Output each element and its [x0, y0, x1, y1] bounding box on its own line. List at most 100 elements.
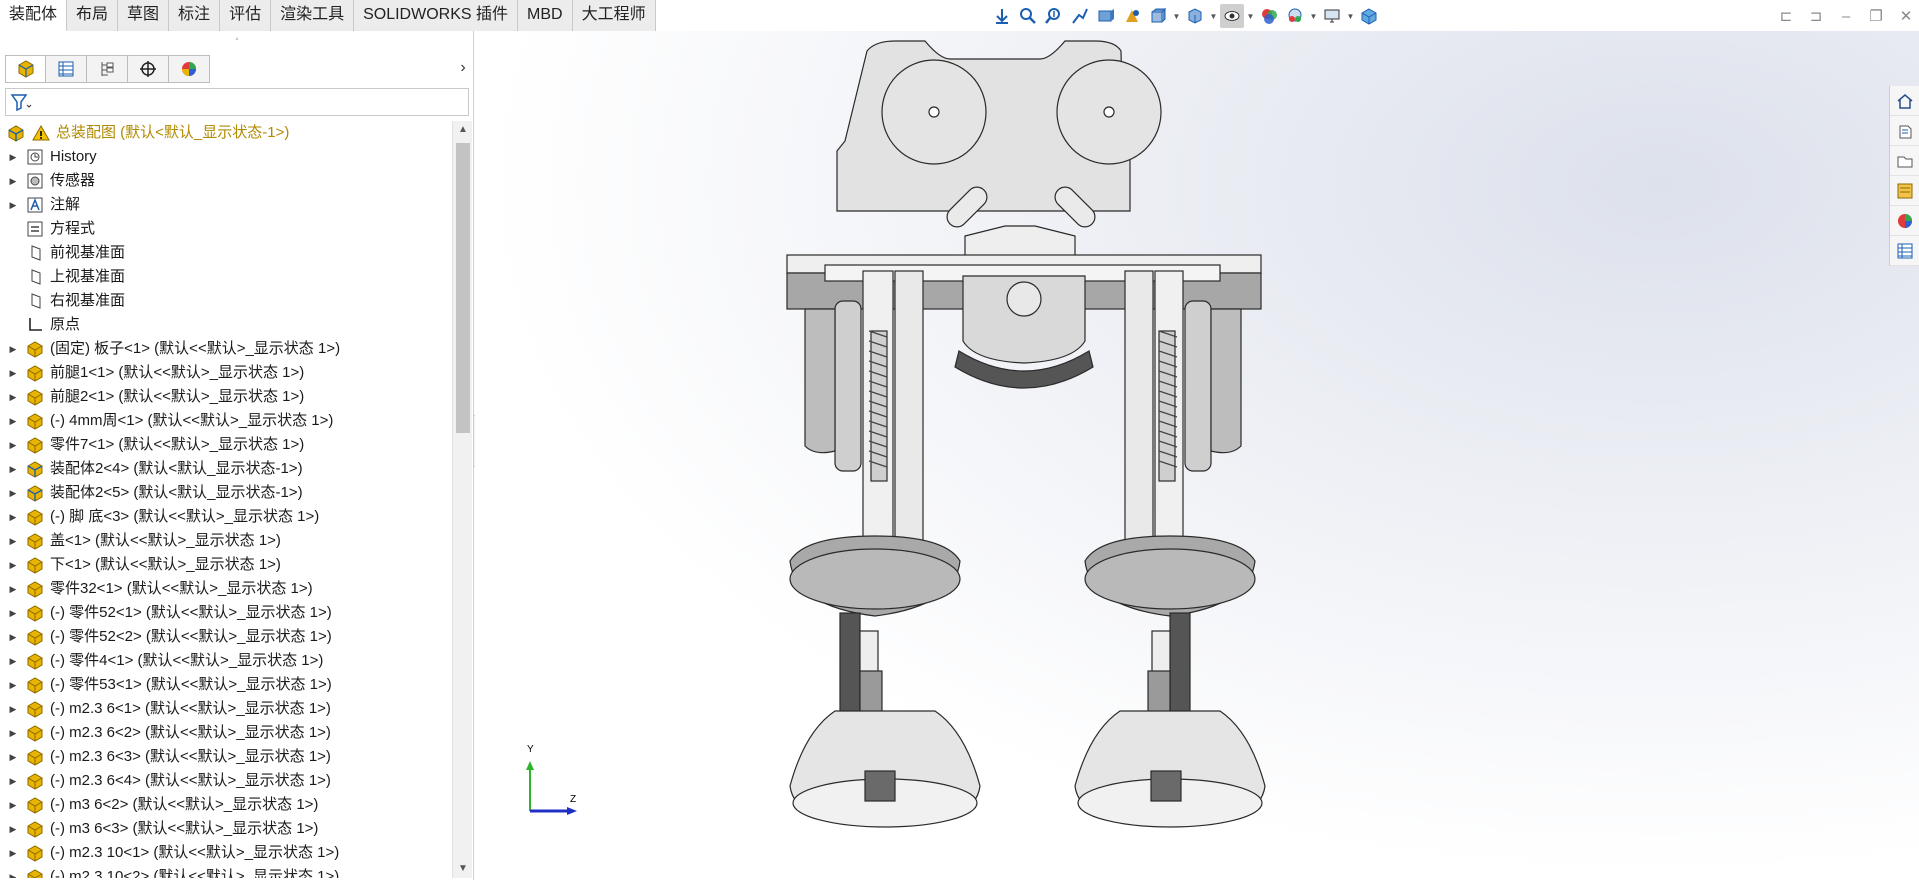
expand-arrow-icon[interactable]: ▶ — [7, 697, 19, 721]
tree-item[interactable]: ▶ 下<1> (默认<<默认>_显示状态 1>) — [0, 553, 452, 577]
expand-arrow-icon[interactable]: ▶ — [7, 673, 19, 697]
hide-show-dropdown-icon[interactable]: ▼ — [1246, 4, 1255, 28]
minimize-icon[interactable]: – — [1833, 4, 1859, 28]
expand-arrow-icon[interactable]: ▶ — [7, 481, 19, 505]
expand-arrow-icon[interactable]: ▶ — [7, 457, 19, 481]
expand-arrow-icon[interactable]: ▶ — [7, 193, 19, 217]
apply-scene-icon[interactable] — [1283, 4, 1307, 28]
file-explorer-icon[interactable] — [1890, 146, 1919, 176]
tree-item[interactable]: 原点 — [0, 313, 452, 337]
tree-item[interactable]: ▶ (固定) 板子<1> (默认<<默认>_显示状态 1>) — [0, 337, 452, 361]
tree-item[interactable]: ▶ (-) 零件52<2> (默认<<默认>_显示状态 1>) — [0, 625, 452, 649]
tree-item[interactable]: ▶ 零件7<1> (默认<<默认>_显示状态 1>) — [0, 433, 452, 457]
panel-expand-icon[interactable]: › — [455, 59, 471, 79]
display-style-icon[interactable] — [1183, 4, 1207, 28]
tree-item[interactable]: ▶ (-) 脚 底<3> (默认<<默认>_显示状态 1>) — [0, 505, 452, 529]
tree-item[interactable]: ▶ 盖<1> (默认<<默认>_显示状态 1>) — [0, 529, 452, 553]
expand-arrow-icon[interactable]: ▶ — [7, 649, 19, 673]
apply-scene-dropdown-icon[interactable]: ▼ — [1309, 4, 1318, 28]
command-tab[interactable]: 评估 — [220, 0, 272, 31]
expand-arrow-icon[interactable]: ▶ — [7, 817, 19, 841]
tree-item[interactable]: ▶ (-) m3 6<2> (默认<<默认>_显示状态 1>) — [0, 793, 452, 817]
filter-icon[interactable] — [10, 93, 32, 111]
expand-arrow-icon[interactable]: ▶ — [7, 721, 19, 745]
command-tab[interactable]: 装配体 — [0, 0, 68, 31]
tree-item[interactable]: ▶ (-) m2.3 10<2> (默认<<默认>_显示状态 1>) — [0, 865, 452, 878]
view-settings-icon[interactable] — [1120, 4, 1144, 28]
tree-item[interactable]: ▶ (-) m3 6<3> (默认<<默认>_显示状态 1>) — [0, 817, 452, 841]
view-settings-monitor-icon[interactable] — [1320, 4, 1344, 28]
panel-right-icon[interactable]: ⊐ — [1803, 4, 1829, 28]
display-manager-tab[interactable] — [169, 55, 210, 83]
tree-item[interactable]: ▶ (-) m2.3 6<1> (默认<<默认>_显示状态 1>) — [0, 697, 452, 721]
scroll-down-icon[interactable]: ▼ — [453, 860, 473, 878]
feature-manager-tab[interactable] — [5, 55, 46, 83]
expand-arrow-icon[interactable]: ▶ — [7, 793, 19, 817]
view-orientation-icon[interactable] — [1146, 4, 1170, 28]
expand-arrow-icon[interactable]: ▶ — [7, 409, 19, 433]
tree-filter-bar[interactable] — [5, 88, 469, 116]
command-tab[interactable]: 草图 — [118, 0, 170, 31]
tree-scrollbar[interactable]: ▲ ▼ — [452, 121, 472, 878]
tree-item[interactable]: 上视基准面 — [0, 265, 452, 289]
configuration-manager-tab[interactable] — [87, 55, 128, 83]
tree-item[interactable]: ▶ 传感器 — [0, 169, 452, 193]
home-icon[interactable] — [1890, 86, 1919, 116]
expand-arrow-icon[interactable]: ▶ — [7, 529, 19, 553]
tree-item[interactable]: ▶ (-) m2.3 6<2> (默认<<默认>_显示状态 1>) — [0, 721, 452, 745]
command-tab[interactable]: 布局 — [67, 0, 119, 31]
custom-properties-icon[interactable] — [1890, 236, 1919, 266]
expand-arrow-icon[interactable]: ▶ — [7, 865, 19, 878]
close-icon[interactable]: ✕ — [1893, 4, 1919, 28]
zoom-to-fit-icon[interactable] — [990, 4, 1014, 28]
zoom-area-icon[interactable] — [1016, 4, 1040, 28]
command-tab[interactable]: 大工程师 — [572, 0, 656, 31]
tree-item[interactable]: ▶ 注解 — [0, 193, 452, 217]
tree-item[interactable]: ▶ 装配体2<5> (默认<默认_显示状态-1>) — [0, 481, 452, 505]
expand-arrow-icon[interactable]: ▶ — [7, 361, 19, 385]
dimxpert-manager-tab[interactable] — [128, 55, 169, 83]
scrollbar-thumb[interactable] — [456, 143, 470, 433]
monitor-dropdown-icon[interactable]: ▼ — [1346, 4, 1355, 28]
scroll-up-icon[interactable]: ▲ — [453, 121, 473, 139]
panel-grip-icon[interactable]: ◦ — [0, 31, 474, 51]
dynamic-annotation-icon[interactable] — [1068, 4, 1092, 28]
tree-item[interactable]: ▶ 前腿1<1> (默认<<默认>_显示状态 1>) — [0, 361, 452, 385]
tree-item[interactable]: 前视基准面 — [0, 241, 452, 265]
expand-arrow-icon[interactable]: ▶ — [7, 625, 19, 649]
expand-arrow-icon[interactable]: ▶ — [7, 433, 19, 457]
restore-icon[interactable]: ❐ — [1863, 4, 1889, 28]
tree-item[interactable]: ▶ 装配体2<4> (默认<默认_显示状态-1>) — [0, 457, 452, 481]
command-tab[interactable]: 标注 — [169, 0, 221, 31]
edit-appearance-icon[interactable] — [1257, 4, 1281, 28]
command-tab[interactable]: 渲染工具 — [271, 0, 355, 31]
3d-view-icon[interactable] — [1357, 4, 1381, 28]
tree-item[interactable]: ▶ 前腿2<1> (默认<<默认>_显示状态 1>) — [0, 385, 452, 409]
tree-item[interactable]: 右视基准面 — [0, 289, 452, 313]
tree-item[interactable]: ▶ (-) 零件52<1> (默认<<默认>_显示状态 1>) — [0, 601, 452, 625]
appearances-icon[interactable] — [1890, 206, 1919, 236]
previous-view-icon[interactable] — [1042, 4, 1066, 28]
command-tab[interactable]: SOLIDWORKS 插件 — [354, 0, 519, 31]
tree-item[interactable]: ▶ (-) 4mm周<1> (默认<<默认>_显示状态 1>) — [0, 409, 452, 433]
expand-arrow-icon[interactable]: ▶ — [7, 385, 19, 409]
expand-arrow-icon[interactable]: ▶ — [7, 841, 19, 865]
section-view-icon[interactable] — [1094, 4, 1118, 28]
graphics-viewport[interactable]: Y Z — [475, 31, 1919, 880]
expand-arrow-icon[interactable]: ▶ — [7, 505, 19, 529]
view-orientation-dropdown-icon[interactable]: ▼ — [1172, 4, 1181, 28]
expand-arrow-icon[interactable]: ▶ — [7, 601, 19, 625]
property-manager-tab[interactable] — [46, 55, 87, 83]
tree-item[interactable]: ▶ (-) m2.3 10<1> (默认<<默认>_显示状态 1>) — [0, 841, 452, 865]
tree-item[interactable]: 方程式 — [0, 217, 452, 241]
command-tab[interactable]: MBD — [518, 0, 573, 31]
expand-arrow-icon[interactable]: ▶ — [7, 577, 19, 601]
panel-left-icon[interactable]: ⊏ — [1773, 4, 1799, 28]
tree-item[interactable]: ▶ (-) 零件4<1> (默认<<默认>_显示状态 1>) — [0, 649, 452, 673]
expand-arrow-icon[interactable]: ▶ — [7, 553, 19, 577]
expand-arrow-icon[interactable]: ▶ — [7, 337, 19, 361]
tree-root-assembly[interactable]: 总装配图 (默认<默认_显示状态-1>) — [0, 121, 452, 145]
expand-arrow-icon[interactable]: ▶ — [7, 769, 19, 793]
tree-item[interactable]: ▶ (-) m2.3 6<4> (默认<<默认>_显示状态 1>) — [0, 769, 452, 793]
expand-arrow-icon[interactable]: ▶ — [7, 169, 19, 193]
